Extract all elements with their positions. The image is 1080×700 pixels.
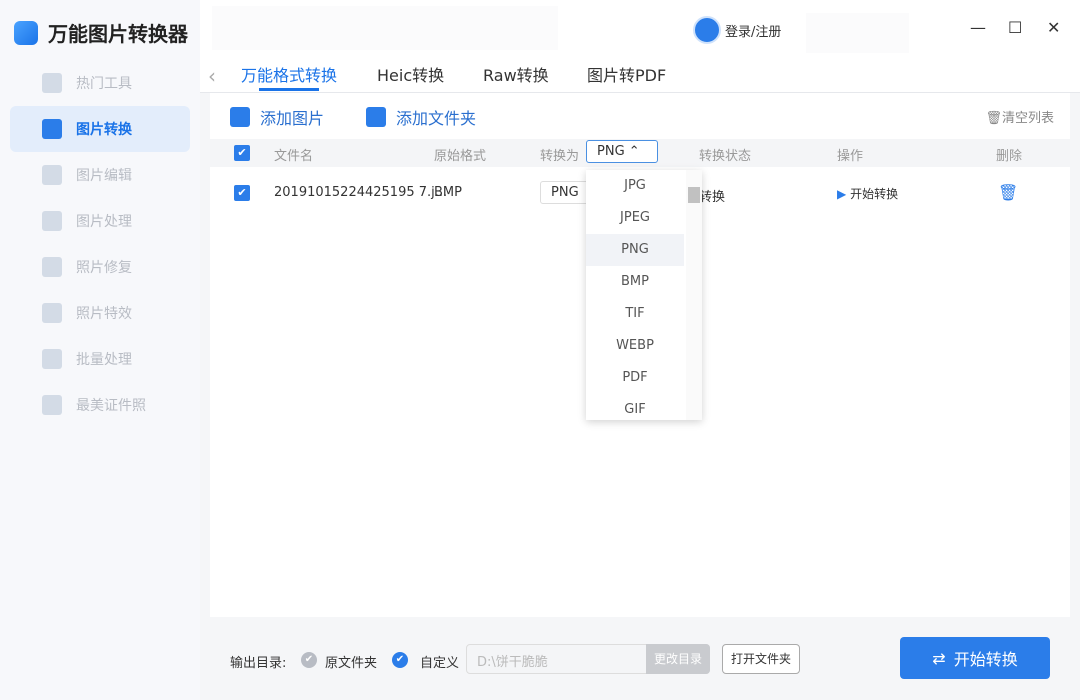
effects-icon — [42, 303, 62, 323]
format-option-jpg[interactable]: JPG — [586, 170, 684, 202]
bottom-bar: 输出目录: ✔ 原文件夹 ✔ 自定义 D:\饼干脆脆 更改目录 打开文件夹 ⇄ 开… — [200, 617, 1080, 700]
maximize-button[interactable]: ☐ — [1008, 18, 1022, 37]
sidebar-item-label: 照片特效 — [76, 306, 132, 322]
batch-icon — [42, 349, 62, 369]
clear-list-label: 清空列表 — [1001, 111, 1054, 126]
radio-custom[interactable]: ✔ — [392, 652, 408, 668]
select-all-checkbox[interactable]: ✔ — [234, 145, 250, 161]
add-folder-label: 添加文件夹 — [396, 109, 477, 128]
tab-raw[interactable]: Raw转换 — [483, 62, 549, 86]
row-filename: 20191015224425195 7.j... — [274, 185, 448, 200]
row-checkbox[interactable]: ✔ — [234, 185, 250, 201]
dropdown-scrollbar[interactable] — [686, 170, 702, 420]
convert-icon: ⇄ — [932, 648, 946, 668]
add-image-label: 添加图片 — [260, 109, 325, 128]
process-icon — [42, 211, 62, 231]
add-image-icon — [230, 107, 250, 127]
sidebar-item-image-convert[interactable]: 图片转换 — [10, 106, 190, 152]
sidebar-item-label: 批量处理 — [76, 352, 132, 368]
convert-icon — [42, 119, 62, 139]
id-photo-icon — [42, 395, 62, 415]
format-option-pdf[interactable]: PDF — [586, 362, 684, 394]
add-folder-button[interactable]: 添加文件夹 — [366, 105, 476, 129]
table-header: ✔ 文件名 原始格式 转换为 PNG ⌃ 转换状态 操作 删除 — [210, 139, 1070, 167]
sidebar-item-batch[interactable]: 批量处理 — [10, 336, 190, 382]
app-title: 万能图片转换器 — [48, 22, 188, 46]
sidebar-item-label: 图片编辑 — [76, 168, 132, 184]
chevron-up-icon: ⌃ — [628, 144, 640, 159]
add-folder-icon — [366, 107, 386, 127]
sidebar-item-id-photo[interactable]: 最美证件照 — [10, 382, 190, 428]
app-logo-icon — [14, 20, 38, 45]
format-dropdown: JPG JPEG PNG BMP TIF WEBP PDF GIF — [586, 170, 702, 420]
custom-label: 自定义 — [420, 656, 460, 671]
bulk-format-value: PNG — [597, 144, 625, 159]
edit-icon — [42, 165, 62, 185]
header-status: 转换状态 — [699, 149, 752, 164]
header-original-format: 原始格式 — [434, 149, 487, 164]
top-bar: 登录/注册 — ☐ ✕ ‹ 万能格式转换 Heic转换 Raw转换 图片转PDF — [200, 0, 1080, 93]
sidebar-item-hot-tools[interactable]: 热门工具 — [10, 60, 190, 106]
sidebar-item-photo-repair[interactable]: 照片修复 — [10, 244, 190, 290]
tab-heic[interactable]: Heic转换 — [377, 62, 444, 86]
sidebar-item-label: 热门工具 — [76, 76, 132, 92]
play-icon: ▶ — [837, 187, 847, 201]
start-convert-label: 开始转换 — [953, 650, 1018, 669]
repair-icon — [42, 257, 62, 277]
scrollbar-thumb[interactable] — [688, 187, 700, 203]
open-folder-button[interactable]: 打开文件夹 — [722, 644, 800, 674]
sidebar-item-label: 图片处理 — [76, 214, 132, 230]
sidebar-item-image-edit[interactable]: 图片编辑 — [10, 152, 190, 198]
banner-area — [212, 6, 558, 50]
output-dir-label: 输出目录: — [230, 656, 287, 671]
trash-icon: 🗑 — [985, 111, 1002, 126]
delete-row-icon[interactable]: 🗑 — [998, 183, 1018, 202]
login-label: 登录/注册 — [725, 24, 782, 40]
format-option-jpeg[interactable]: JPEG — [586, 202, 684, 234]
sidebar-item-image-process[interactable]: 图片处理 — [10, 198, 190, 244]
radio-original-folder[interactable]: ✔ — [301, 652, 317, 668]
login-button[interactable]: 登录/注册 — [693, 16, 781, 44]
app-logo: 万能图片转换器 — [14, 18, 188, 47]
row-format-value: PNG — [551, 185, 579, 200]
original-folder-label: 原文件夹 — [325, 656, 378, 671]
header-filename: 文件名 — [274, 149, 314, 164]
sidebar-item-label: 图片转换 — [76, 122, 132, 138]
start-convert-row-button[interactable]: ▶ 开始转换 — [837, 185, 898, 202]
header-action: 操作 — [837, 149, 864, 164]
sidebar-item-label: 照片修复 — [76, 260, 132, 276]
change-dir-button[interactable]: 更改目录 — [646, 644, 710, 674]
header-blank — [806, 13, 909, 53]
tab-bar: ‹ 万能格式转换 Heic转换 Raw转换 图片转PDF — [200, 56, 1080, 93]
format-option-bmp[interactable]: BMP — [586, 266, 684, 298]
clear-list-button[interactable]: 🗑清空列表 — [985, 107, 1054, 126]
close-button[interactable]: ✕ — [1047, 18, 1060, 37]
format-option-tif[interactable]: TIF — [586, 298, 684, 330]
avatar — [693, 16, 721, 44]
format-option-png[interactable]: PNG — [586, 234, 684, 266]
sidebar-item-photo-effects[interactable]: 照片特效 — [10, 290, 190, 336]
header-delete: 删除 — [996, 149, 1023, 164]
toolbar: 添加图片 添加文件夹 🗑清空列表 — [210, 93, 1070, 139]
tab-image-to-pdf[interactable]: 图片转PDF — [587, 62, 666, 86]
sidebar: 万能图片转换器 热门工具 图片转换 图片编辑 图片处理 照片修复 照片特效 批量… — [0, 0, 200, 700]
header-convert-to: 转换为 — [540, 149, 580, 164]
add-image-button[interactable]: 添加图片 — [230, 105, 324, 129]
sidebar-nav: 热门工具 图片转换 图片编辑 图片处理 照片修复 照片特效 批量处理 最美证件照 — [10, 60, 190, 428]
grid-icon — [42, 73, 62, 93]
sidebar-item-label: 最美证件照 — [76, 398, 146, 414]
format-option-gif[interactable]: GIF — [586, 394, 684, 420]
row-format-select[interactable]: PNG — [540, 181, 590, 204]
row-original-format: BMP — [434, 185, 462, 200]
format-option-webp[interactable]: WEBP — [586, 330, 684, 362]
tab-universal-format[interactable]: 万能格式转换 — [241, 62, 337, 91]
bulk-format-select[interactable]: PNG ⌃ — [586, 140, 658, 163]
minimize-button[interactable]: — — [970, 18, 986, 37]
start-convert-button[interactable]: ⇄ 开始转换 — [900, 637, 1050, 679]
row-action-label: 开始转换 — [850, 187, 899, 201]
chevron-left-icon[interactable]: ‹ — [208, 64, 216, 88]
